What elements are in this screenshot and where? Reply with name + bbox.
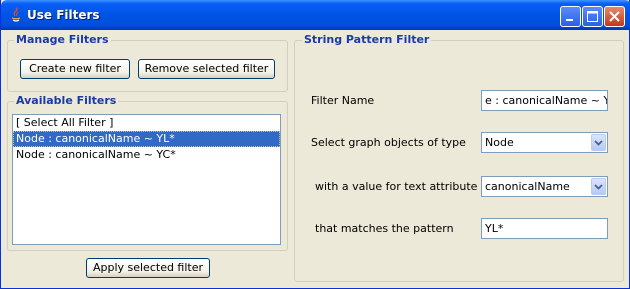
string-pattern-filter-title: String Pattern Filter	[302, 33, 432, 46]
java-icon	[8, 7, 24, 23]
chevron-down-icon	[594, 184, 603, 190]
title-bar[interactable]: Use Filters	[1, 0, 630, 30]
attribute-label: with a value for text attribute	[315, 180, 478, 193]
apply-filter-button[interactable]: Apply selected filter	[86, 258, 210, 278]
maximize-icon	[587, 11, 598, 22]
close-icon	[609, 11, 620, 22]
window-title: Use Filters	[27, 8, 100, 22]
filter-name-field[interactable]: e : canonicalName ~ YL*	[481, 90, 608, 111]
close-button[interactable]	[604, 6, 625, 27]
filter-list[interactable]: [ Select All Filter ] Node : canonicalNa…	[12, 114, 281, 245]
list-item-select-all[interactable]: [ Select All Filter ]	[13, 115, 280, 131]
object-type-value: Node	[485, 136, 514, 149]
attribute-dropdown-button[interactable]	[591, 178, 606, 195]
minimize-icon	[566, 19, 573, 21]
pattern-label: that matches the pattern	[315, 222, 454, 235]
use-filters-window: Use Filters Manage Filters Create new fi…	[0, 0, 630, 289]
attribute-value: canonicalName	[485, 180, 570, 193]
remove-filter-button[interactable]: Remove selected filter	[138, 59, 275, 79]
minimize-button[interactable]	[560, 6, 581, 27]
manage-filters-title: Manage Filters	[14, 33, 111, 46]
object-type-select[interactable]: Node	[481, 132, 608, 153]
maximize-button[interactable]	[582, 6, 603, 27]
list-item-filter-yl[interactable]: Node : canonicalName ~ YL*	[13, 131, 280, 147]
available-filters-title: Available Filters	[14, 94, 119, 107]
filter-name-label: Filter Name	[311, 94, 375, 107]
list-item-filter-yc[interactable]: Node : canonicalName ~ YC*	[13, 147, 280, 163]
attribute-select[interactable]: canonicalName	[481, 176, 608, 197]
pattern-field[interactable]: YL*	[481, 218, 608, 239]
string-pattern-filter-group	[294, 40, 624, 282]
chevron-down-icon	[594, 140, 603, 146]
object-type-dropdown-button[interactable]	[591, 134, 606, 151]
create-filter-button[interactable]: Create new filter	[20, 59, 130, 79]
object-type-label: Select graph objects of type	[311, 136, 466, 149]
